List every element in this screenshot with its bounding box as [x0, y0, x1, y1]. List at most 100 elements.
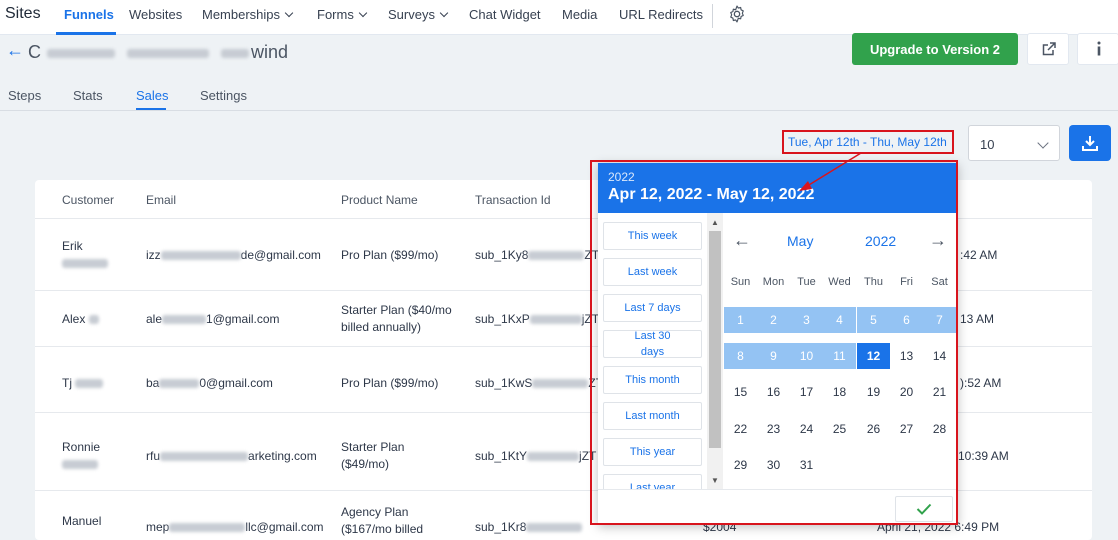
nav-surveys-label: Surveys — [388, 7, 435, 22]
nav-surveys[interactable]: Surveys — [388, 7, 449, 22]
redacted-text — [159, 379, 200, 389]
redacted-text — [47, 48, 115, 58]
tab-settings[interactable]: Settings — [200, 88, 247, 103]
page-size-value: 10 — [980, 137, 995, 152]
top-nav: Sites Funnels Websites Memberships Forms… — [0, 0, 1118, 35]
nav-url-redirects[interactable]: URL Redirects — [619, 7, 703, 22]
email-cell: izz de@gmail.com — [146, 247, 321, 264]
email-start: rfu — [146, 449, 161, 463]
info-icon — [1097, 41, 1101, 56]
back-arrow-icon[interactable]: ← — [6, 40, 24, 61]
customer-name: Manuel — [62, 514, 102, 528]
open-external-button[interactable] — [1027, 33, 1069, 65]
redacted-text — [62, 460, 98, 470]
redacted-text — [162, 315, 207, 325]
redacted-text — [75, 379, 104, 389]
transaction-id: sub_1Ky8 ZT — [475, 247, 599, 264]
nav-forms-label: Forms — [317, 7, 354, 22]
chevron-down-icon — [1037, 137, 1049, 149]
nav-memberships-label: Memberships — [202, 7, 281, 22]
brand: Sites — [5, 5, 41, 22]
chevron-down-icon — [439, 8, 449, 18]
transaction-id: sub_1Kr8 — [475, 519, 583, 536]
txn-start: sub_1Ky8 — [475, 248, 529, 262]
chevron-down-icon — [358, 8, 368, 18]
email-start: ba — [146, 376, 160, 390]
txn-start: sub_1Kr8 — [475, 520, 527, 534]
txn-start: sub_1KxP — [475, 312, 530, 326]
active-tab-indicator — [136, 108, 166, 110]
date-cell: ):52 AM — [960, 376, 1002, 390]
transaction-id: sub_1KtY jZT — [475, 448, 596, 465]
chevron-down-icon — [284, 8, 294, 18]
tab-steps[interactable]: Steps — [8, 88, 41, 103]
product-name: Pro Plan ($99/mo) — [341, 248, 439, 262]
transaction-id: sub_1KwS ZT — [475, 375, 603, 392]
email-end: llc@gmail.com — [245, 520, 324, 534]
redacted-text — [527, 452, 580, 462]
customer-name: Alex — [62, 311, 99, 328]
header-email: Email — [146, 193, 177, 207]
email-cell: rfu arketing.com — [146, 448, 317, 465]
nav-chat-widget[interactable]: Chat Widget — [469, 7, 541, 22]
email-end: 1@gmail.com — [206, 312, 280, 326]
header-product-name: Product Name — [341, 193, 418, 207]
nav-websites[interactable]: Websites — [129, 7, 182, 22]
customer-name: Erik — [62, 238, 108, 272]
email-cell: ba 0@gmail.com — [146, 375, 273, 392]
tab-bar: Steps Stats Sales Settings — [0, 88, 1118, 111]
product-name: Pro Plan ($99/mo) — [341, 376, 439, 390]
download-button[interactable] — [1069, 125, 1111, 161]
redacted-text — [532, 379, 589, 389]
date-cell: 13 AM — [960, 312, 995, 326]
external-link-icon — [1042, 42, 1056, 56]
annotation-arrow — [799, 152, 862, 191]
product-name: Starter Plan ($40/mo billed annually) — [341, 303, 452, 334]
customer-name: Tj — [62, 375, 104, 392]
nav-divider — [712, 4, 713, 28]
download-icon — [1082, 136, 1098, 151]
page-title-start: C — [28, 42, 41, 62]
email-end: de@gmail.com — [240, 248, 321, 262]
date-cell: :42 AM — [960, 248, 998, 262]
transaction-id: sub_1KxP jZT — [475, 311, 599, 328]
redacted-text — [88, 315, 99, 325]
nav-memberships[interactable]: Memberships — [202, 7, 294, 22]
email-cell: mep llc@gmail.com — [146, 519, 324, 536]
page-title: Cwind — [28, 42, 288, 63]
date-cell: 10:39 AM — [958, 449, 1009, 463]
gear-icon[interactable] — [727, 4, 747, 24]
upgrade-button[interactable]: Upgrade to Version 2 — [852, 33, 1018, 65]
nav-forms[interactable]: Forms — [317, 7, 368, 22]
email-start: mep — [146, 520, 170, 534]
nav-funnels[interactable]: Funnels — [64, 7, 114, 22]
tab-sales[interactable]: Sales — [136, 88, 169, 103]
customer-name: Ronnie — [62, 439, 100, 473]
active-nav-indicator — [56, 32, 116, 35]
email-end: arketing.com — [248, 449, 317, 463]
info-button[interactable] — [1077, 33, 1118, 65]
header-transaction-id: Transaction Id — [475, 193, 551, 207]
page-size-select[interactable]: 10 — [968, 125, 1060, 161]
header-customer: Customer — [62, 193, 115, 207]
nav-media[interactable]: Media — [562, 7, 597, 22]
customer-first-name: Tj — [62, 376, 72, 390]
email-start: izz — [146, 248, 161, 262]
product-name: Agency Plan ($167/mo billed — [341, 505, 424, 536]
redacted-text — [160, 452, 249, 462]
customer-first-name: Alex — [62, 312, 86, 326]
email-cell: ale 1@gmail.com — [146, 311, 280, 328]
redacted-text — [62, 259, 108, 269]
redacted-text — [127, 48, 209, 58]
txn-start: sub_1KtY — [475, 449, 528, 463]
email-end: 0@gmail.com — [199, 376, 273, 390]
annotation-box — [590, 160, 958, 525]
redacted-text — [528, 251, 585, 261]
redacted-text — [160, 251, 241, 261]
txn-start: sub_1KwS — [475, 376, 533, 390]
product-name: Starter Plan ($49/mo) — [341, 440, 405, 471]
page-title-end: wind — [251, 42, 289, 62]
redacted-text — [529, 315, 582, 325]
tab-stats[interactable]: Stats — [73, 88, 103, 103]
email-start: ale — [146, 312, 163, 326]
